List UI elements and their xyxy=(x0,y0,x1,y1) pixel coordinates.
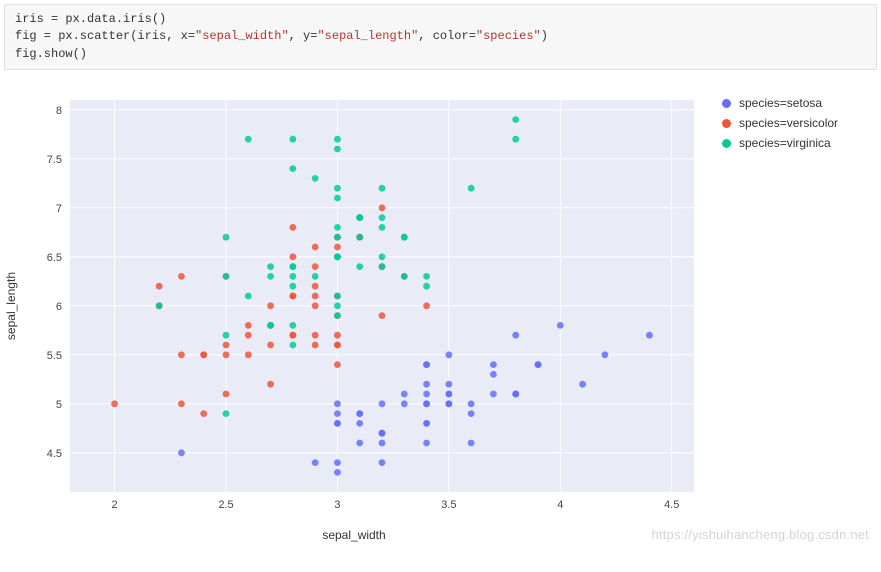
svg-text:4.5: 4.5 xyxy=(664,499,679,511)
scatter-plot[interactable]: 2 2.5 3 3.5 4 4.5 4.5 5 5.5 6 6.5 7 7.5 8 xyxy=(24,86,704,526)
code-line-3-a: fig.show xyxy=(15,47,73,61)
svg-text:3: 3 xyxy=(334,499,340,511)
code-line-2-str1: "sepal_width" xyxy=(195,29,289,43)
svg-text:2.5: 2.5 xyxy=(218,499,233,511)
svg-text:2: 2 xyxy=(112,499,118,511)
code-line-2-a: fig = px.scatter(iris, x= xyxy=(15,29,195,43)
code-line-2-str3: "species" xyxy=(476,29,541,43)
chart-container: sepal_length 2 2.5 3 3.5 4 4.5 4.5 5 5.5 6 6.5 7 7.5… xyxy=(0,80,881,548)
y-axis-title: sepal_length xyxy=(4,272,18,340)
code-line-3-b: () xyxy=(73,47,87,61)
code-line-1: iris = px.data.iris() xyxy=(15,12,166,26)
legend-swatch-setosa xyxy=(722,99,731,108)
svg-text:3.5: 3.5 xyxy=(441,499,456,511)
svg-text:5: 5 xyxy=(56,399,62,411)
x-axis-title: sepal_width xyxy=(322,528,385,542)
legend-swatch-versicolor xyxy=(722,119,731,128)
legend-item-setosa[interactable]: species=setosa xyxy=(722,96,838,110)
legend-swatch-virginica xyxy=(722,139,731,148)
legend-item-versicolor[interactable]: species=versicolor xyxy=(722,116,838,130)
svg-text:8: 8 xyxy=(56,105,62,117)
legend-label: species=virginica xyxy=(739,136,831,150)
svg-text:6: 6 xyxy=(56,301,62,313)
svg-text:5.5: 5.5 xyxy=(47,350,62,362)
svg-text:7: 7 xyxy=(56,203,62,215)
code-cell: iris = px.data.iris() fig = px.scatter(i… xyxy=(4,4,877,70)
legend-label: species=setosa xyxy=(739,96,822,110)
code-line-2-d: ) xyxy=(541,29,548,43)
legend-label: species=versicolor xyxy=(739,116,838,130)
svg-text:7.5: 7.5 xyxy=(47,154,62,166)
legend-item-virginica[interactable]: species=virginica xyxy=(722,136,838,150)
svg-text:6.5: 6.5 xyxy=(47,252,62,264)
code-line-2-c: , color= xyxy=(418,29,476,43)
code-line-2-b: , y= xyxy=(289,29,318,43)
svg-text:4: 4 xyxy=(557,499,563,511)
svg-text:4.5: 4.5 xyxy=(47,448,62,460)
legend: species=setosa species=versicolor specie… xyxy=(722,96,838,542)
code-line-2-str2: "sepal_length" xyxy=(317,29,418,43)
